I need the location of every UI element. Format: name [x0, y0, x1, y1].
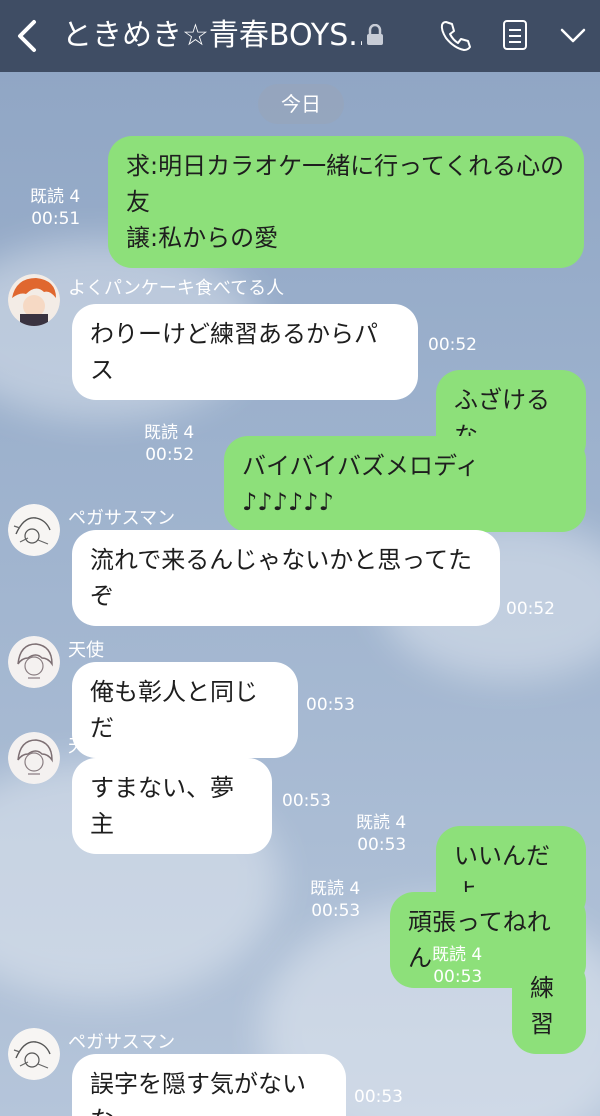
- incoming-message-bubble[interactable]: すまない、夢主: [72, 758, 272, 854]
- sender-name: よくパンケーキ食べてる人: [68, 278, 285, 299]
- notes-button[interactable]: [498, 18, 532, 52]
- incoming-message-bubble[interactable]: 俺も彰人と同じだ: [72, 662, 298, 758]
- read-receipt: 既読 4: [144, 423, 195, 443]
- avatar[interactable]: [8, 1028, 60, 1080]
- message-text-line: バイバイバズメロディ♪♪♪♪♪♪: [242, 452, 480, 516]
- message-meta: 既読 4 00:51: [30, 186, 80, 230]
- avatar[interactable]: [8, 732, 60, 784]
- message-text-line: 練習: [530, 974, 554, 1038]
- phone-icon: [440, 21, 471, 51]
- message-meta: 既読 4 00:52: [356, 356, 406, 400]
- message-meta: 00:52: [506, 598, 555, 620]
- message-time: 00:53: [306, 695, 355, 715]
- back-button[interactable]: [14, 18, 42, 54]
- message-time: 00:52: [506, 599, 555, 619]
- lock-icon: [366, 23, 384, 46]
- message-text-line: 誤字を隠す気がないな: [90, 1070, 306, 1116]
- message-time: 00:53: [433, 967, 483, 987]
- message-text-line: すまない、夢主: [90, 774, 234, 838]
- message-meta: 00:53: [282, 790, 331, 812]
- outgoing-message-bubble[interactable]: バイバイバズメロディ♪♪♪♪♪♪: [224, 436, 586, 532]
- incoming-message-bubble[interactable]: 流れで来るんじゃないかと思ってたぞ: [72, 530, 500, 626]
- read-receipt: 既読 4: [356, 813, 407, 833]
- sender-name: ペガサスマン: [68, 1032, 176, 1053]
- menu-button[interactable]: [556, 18, 590, 52]
- read-receipt: 既読 4: [310, 879, 361, 899]
- message-text-line: 流れで来るんじゃないかと思ってた: [90, 546, 473, 574]
- chevron-down-icon: [560, 28, 586, 43]
- message-text-line: 友: [126, 188, 150, 216]
- sender-name: 天使: [68, 640, 104, 661]
- message-text-line: 求:明日カラオケ一緒に行ってくれる心の: [126, 152, 565, 180]
- message-time: 00:53: [354, 1087, 403, 1107]
- message-time: 00:53: [357, 835, 407, 855]
- notes-icon: [503, 20, 527, 50]
- avatar[interactable]: [8, 636, 60, 688]
- call-button[interactable]: [438, 18, 472, 52]
- incoming-message-bubble[interactable]: 誤字を隠す気がないな: [72, 1054, 346, 1116]
- message-meta: 00:53: [306, 694, 355, 716]
- message-text-line: 俺も彰人と同じだ: [90, 678, 258, 742]
- message-meta: 00:52: [428, 334, 477, 356]
- message-time: 00:52: [357, 379, 407, 399]
- message-text-line: ぞ: [90, 582, 114, 610]
- read-receipt: 既読 4: [356, 357, 407, 377]
- avatar[interactable]: [8, 504, 60, 556]
- chevron-left-icon: [18, 20, 36, 52]
- outgoing-message-bubble[interactable]: 練習: [512, 958, 586, 1054]
- message-text-line: わりーけど練習あるからパス: [90, 320, 378, 384]
- avatar[interactable]: [8, 274, 60, 326]
- message-meta: 00:53: [354, 1086, 403, 1108]
- message-time: 00:52: [145, 445, 195, 465]
- message-meta: 既読 4 00:53: [356, 812, 406, 856]
- sender-name: ペガサスマン: [68, 508, 176, 529]
- message-time: 00:53: [311, 901, 361, 921]
- message-meta: 既読 4 00:53: [432, 944, 482, 988]
- message-time: 00:52: [428, 335, 477, 355]
- message-meta: 既読 4 00:53: [310, 878, 360, 922]
- chat-header: ときめき☆青春BOYS...: [0, 0, 600, 72]
- message-time: 00:51: [31, 209, 81, 229]
- outgoing-message-bubble[interactable]: 求:明日カラオケ一緒に行ってくれる心の友譲:私からの愛: [108, 136, 584, 268]
- chat-title[interactable]: ときめき☆青春BOYS...: [62, 14, 362, 58]
- read-receipt: 既読 4: [432, 945, 483, 965]
- chat-screen: ときめき☆青春BOYS... 今日 求:明日カラオケ一緒に行ってくれる心の友譲:…: [0, 0, 600, 1116]
- message-time: 00:53: [282, 791, 331, 811]
- sender-name: 天使: [68, 736, 104, 757]
- message-meta: 既読 4 00:52: [144, 422, 194, 466]
- read-receipt: 既読 4: [30, 187, 81, 207]
- date-divider: 今日: [258, 84, 344, 124]
- message-text-line: 譲:私からの愛: [126, 224, 279, 252]
